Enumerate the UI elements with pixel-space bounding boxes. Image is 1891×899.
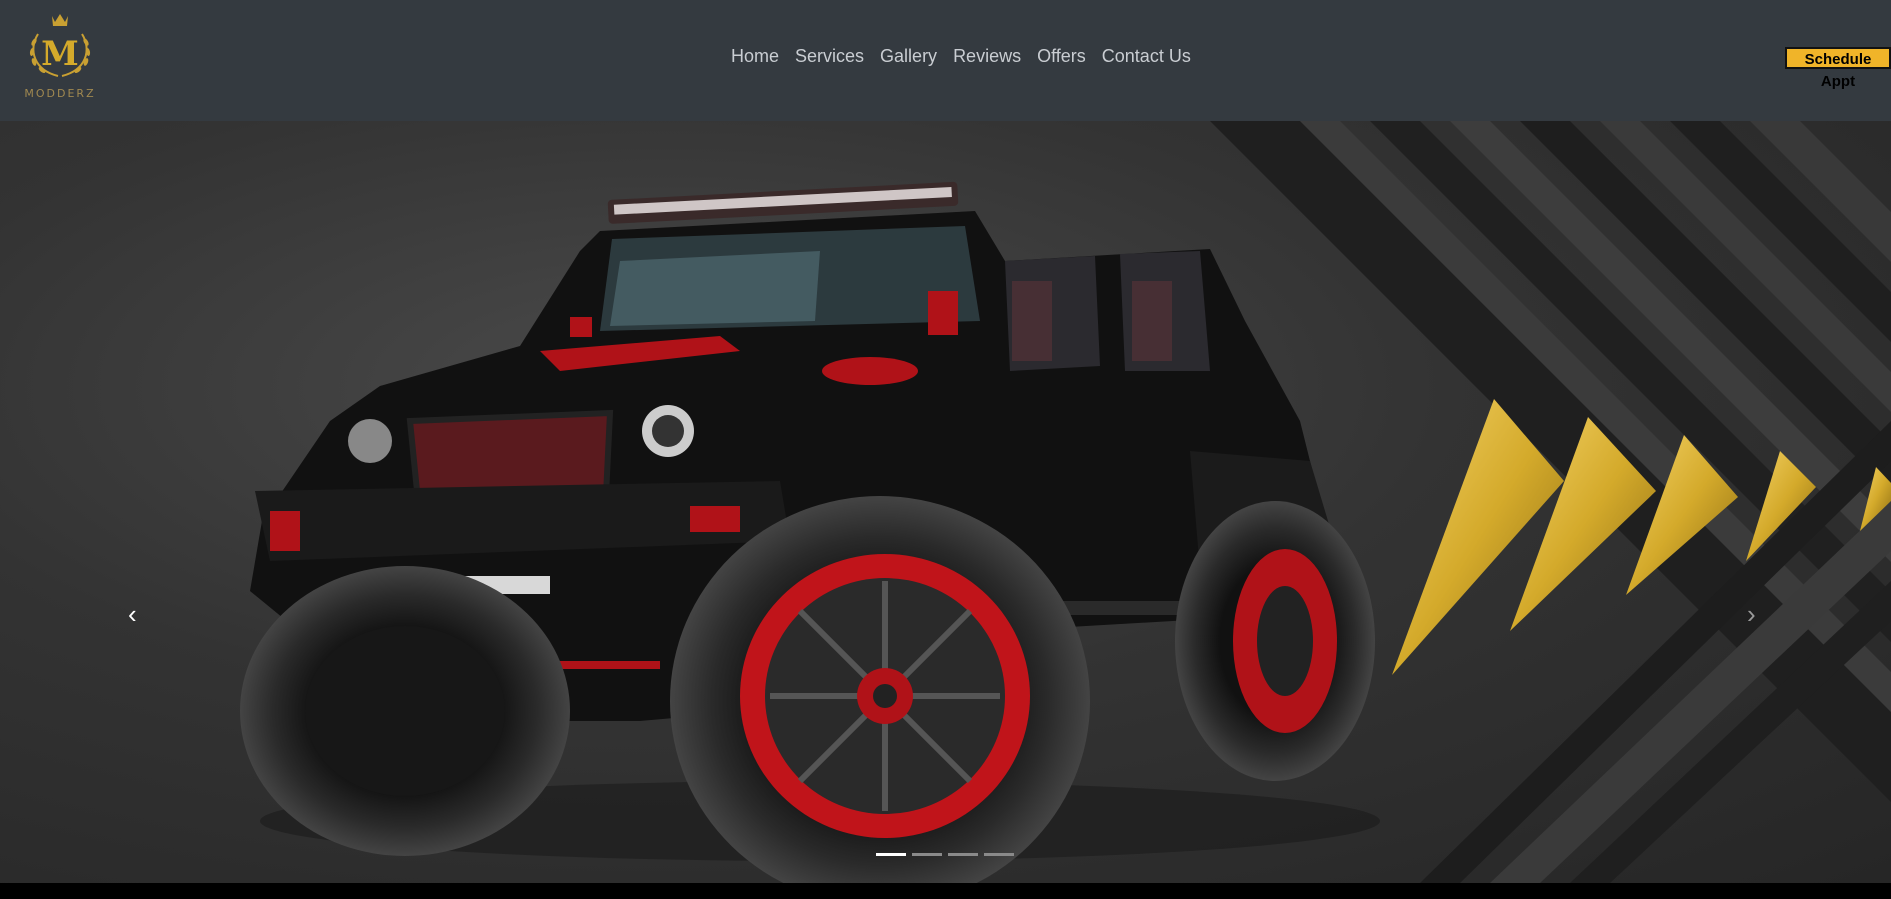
chevron-left-icon: ‹ (128, 599, 137, 629)
page-bottom-strip (0, 883, 1891, 899)
nav-home[interactable]: Home (723, 44, 787, 68)
nav-contact-us[interactable]: Contact Us (1094, 44, 1199, 68)
carousel-next-button[interactable]: › (1747, 601, 1756, 627)
slide-image (240, 121, 1891, 883)
nav-offers[interactable]: Offers (1029, 44, 1094, 68)
main-nav: Home Services Gallery Reviews Offers Con… (723, 44, 1199, 68)
nav-gallery[interactable]: Gallery (872, 44, 945, 68)
carousel-indicators (876, 853, 1014, 856)
crown-wreath-icon: M (29, 14, 91, 77)
brand-logo[interactable]: M MODDERZ (20, 10, 100, 105)
chevron-right-icon: › (1747, 599, 1756, 629)
carousel-indicator-4[interactable] (984, 853, 1014, 856)
logo-letter: M (41, 34, 79, 74)
nav-services[interactable]: Services (787, 44, 872, 68)
hero-carousel: ‹ › (0, 121, 1891, 883)
top-navbar: M MODDERZ Home Services Gallery Reviews … (0, 0, 1891, 121)
schedule-appt-button[interactable]: Schedule Appt (1785, 47, 1891, 90)
carousel-prev-button[interactable]: ‹ (128, 601, 137, 627)
carousel-indicator-1[interactable] (876, 853, 906, 856)
nav-reviews[interactable]: Reviews (945, 44, 1029, 68)
jeep-vehicle (240, 181, 1380, 883)
logo-text: MODDERZ (24, 87, 96, 100)
carousel-indicator-3[interactable] (948, 853, 978, 856)
carousel-indicator-2[interactable] (912, 853, 942, 856)
